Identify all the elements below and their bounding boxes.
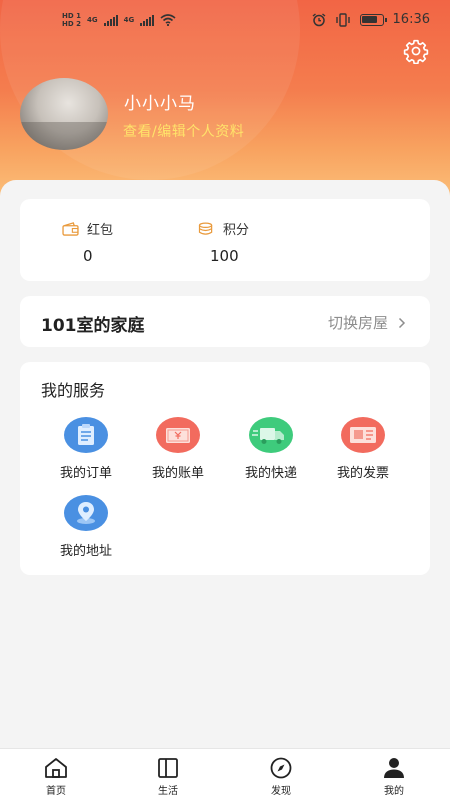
asset-points-label: 积分 (223, 223, 250, 238)
asset-points-head: 积分 (198, 219, 308, 238)
service-deliveries-label: 我的快递 (244, 466, 297, 481)
services-card: 我的服务 我的订单 我的账单 我的快递 我的发票 我的地址 (20, 362, 430, 575)
tab-life-label: 生活 (158, 786, 178, 797)
bottom-tab-bar: 首页 生活 发现 我的 (0, 748, 450, 800)
service-invoices[interactable]: 我的发票 (318, 417, 408, 481)
asset-points[interactable]: 积分 100 (198, 219, 308, 265)
service-bills[interactable]: 我的账单 (133, 417, 223, 481)
wallet-icon (62, 221, 79, 236)
profile-header: HD 1 HD 2 4G 4G 16:36 小小小马 查看/编辑个人资料 (0, 0, 450, 200)
person-icon (384, 758, 404, 778)
chevron-right-icon (398, 317, 406, 328)
home-title: 101室的家庭 (41, 316, 145, 336)
service-invoices-label: 我的发票 (336, 466, 389, 481)
coins-icon (198, 222, 213, 235)
vibrate-icon (335, 12, 350, 27)
tab-discover-label: 发现 (271, 786, 291, 797)
service-orders[interactable]: 我的订单 (41, 417, 131, 481)
status-left: HD 1 HD 2 4G 4G (62, 12, 176, 28)
avatar[interactable] (20, 78, 108, 150)
asset-redpacket[interactable]: 红包 0 (62, 219, 172, 265)
asset-redpacket-value: 0 (83, 247, 93, 265)
status-bar: HD 1 HD 2 4G 4G 16:36 (0, 12, 450, 34)
location-pin-icon (64, 495, 108, 531)
tab-life[interactable]: 生活 (133, 757, 203, 797)
alarm-icon (312, 12, 325, 26)
tab-discover[interactable]: 发现 (246, 757, 316, 797)
edit-profile-link[interactable]: 查看/编辑个人资料 (123, 121, 244, 141)
sim2-label: HD 2 (62, 20, 81, 28)
username: 小小小马 (124, 94, 196, 114)
service-addresses-label: 我的地址 (59, 544, 112, 559)
service-bills-label: 我的账单 (151, 466, 204, 481)
signal-icon (103, 14, 118, 26)
battery-icon (359, 13, 387, 26)
settings-gear-icon[interactable] (403, 38, 429, 64)
network-type-2: 4G (123, 16, 135, 24)
book-icon (158, 758, 178, 778)
status-right: 16:36 (312, 12, 430, 27)
home-card[interactable]: 101室的家庭 切换房屋 (20, 296, 430, 347)
sim1-label: HD 1 (62, 12, 81, 20)
status-time: 16:36 (392, 12, 430, 27)
invoice-icon (341, 417, 385, 453)
assets-card: 红包 0 积分 100 (20, 199, 430, 281)
order-icon (64, 417, 108, 453)
compass-icon (270, 757, 292, 779)
switch-home-button[interactable]: 切换房屋 (328, 312, 406, 333)
tab-home-label: 首页 (46, 786, 66, 797)
wifi-icon (160, 14, 176, 26)
sim-indicators: HD 1 HD 2 (62, 12, 81, 28)
asset-redpacket-label: 红包 (87, 223, 114, 238)
bill-icon (156, 417, 200, 453)
tab-mine[interactable]: 我的 (359, 757, 429, 797)
services-title: 我的服务 (41, 381, 106, 400)
service-deliveries[interactable]: 我的快递 (226, 417, 316, 481)
asset-redpacket-head: 红包 (62, 219, 172, 238)
switch-home-label: 切换房屋 (327, 314, 388, 332)
tab-home[interactable]: 首页 (21, 757, 91, 797)
network-type-1: 4G (86, 16, 98, 24)
signal-icon-2 (140, 14, 155, 26)
delivery-truck-icon (249, 417, 293, 453)
asset-points-value: 100 (210, 247, 239, 265)
service-orders-label: 我的订单 (59, 466, 112, 481)
service-addresses[interactable]: 我的地址 (41, 495, 131, 559)
tab-mine-label: 我的 (384, 786, 404, 797)
home-icon (45, 758, 67, 778)
